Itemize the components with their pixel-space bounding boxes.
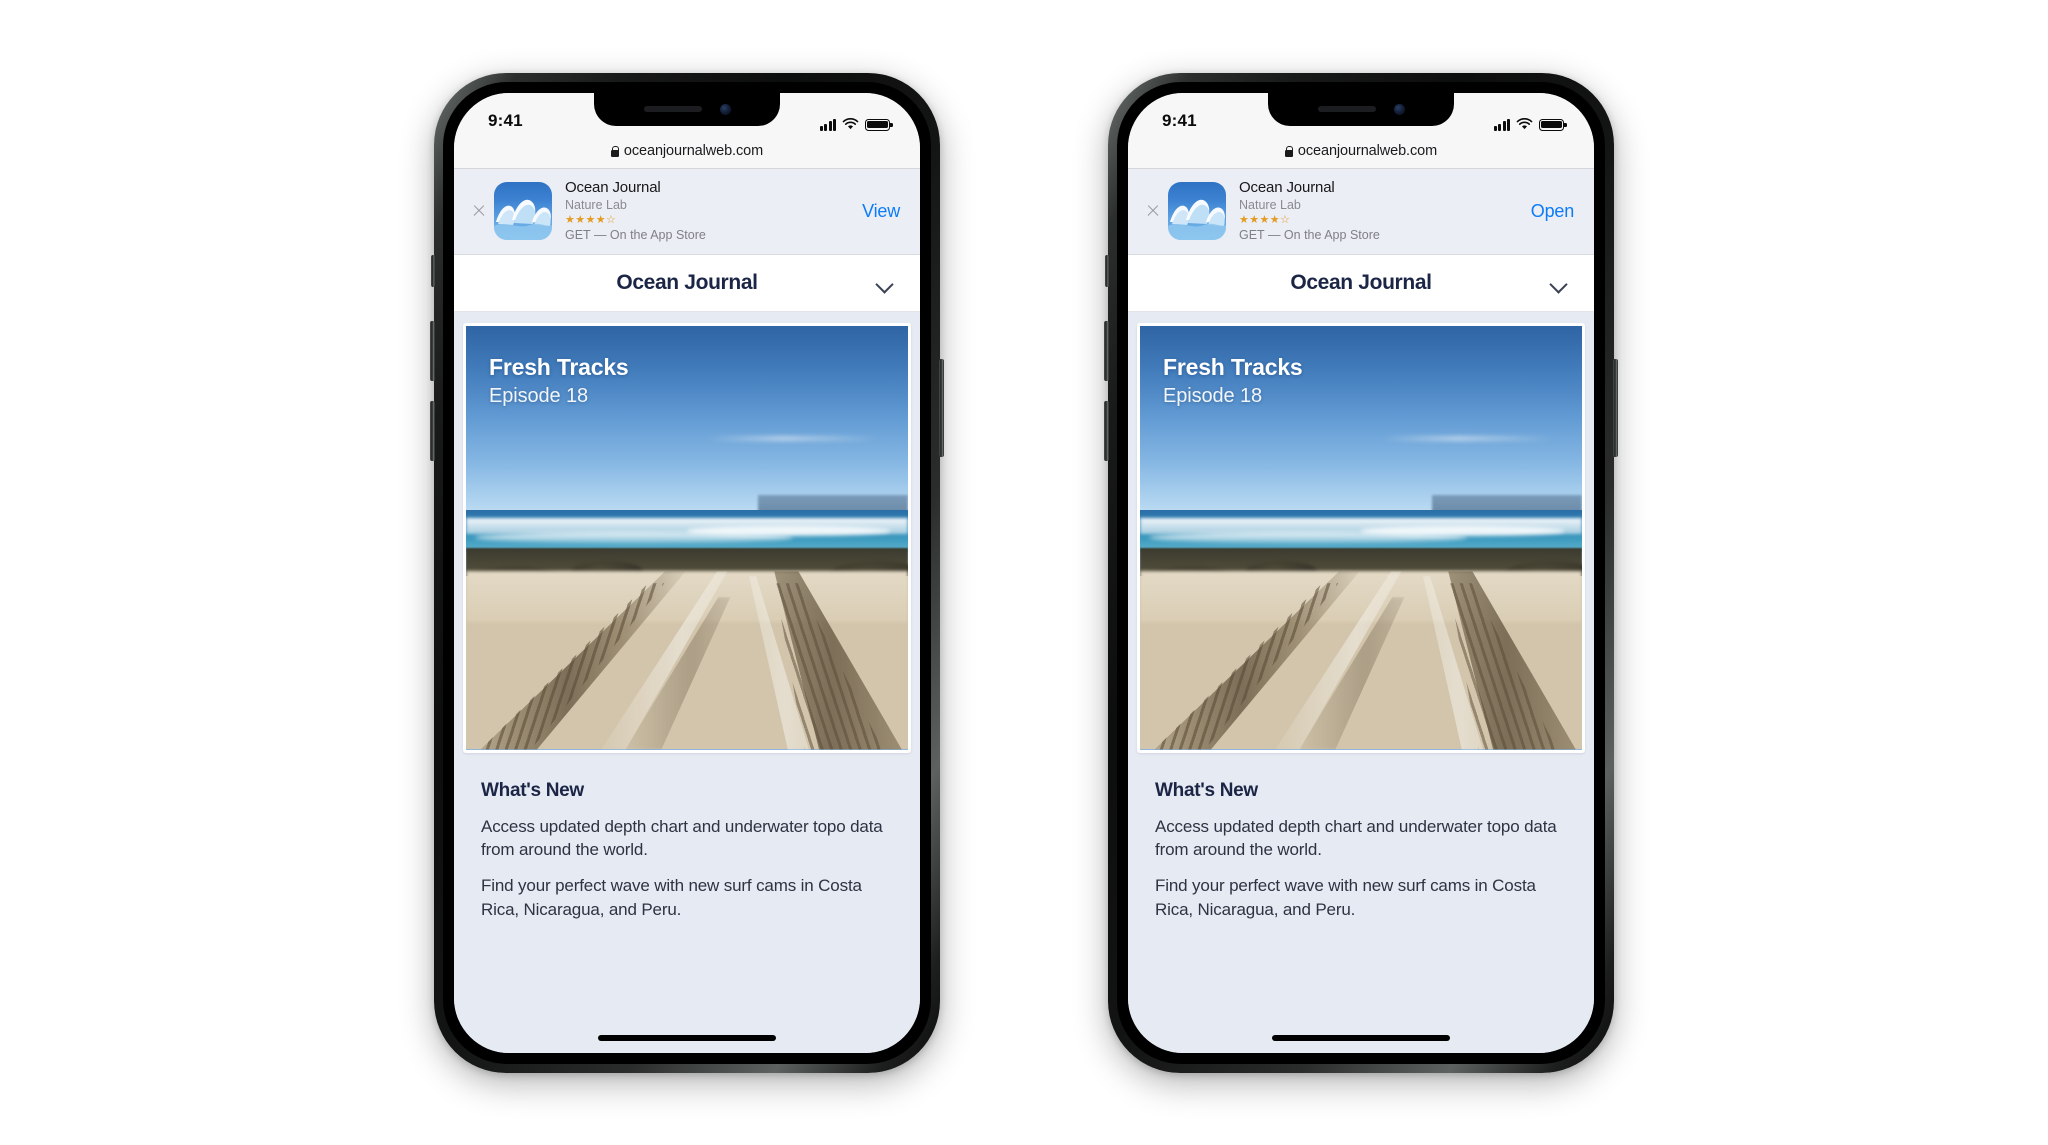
front-camera-icon: [719, 103, 731, 115]
hero-subtitle: Episode 18: [489, 384, 589, 407]
power-button[interactable]: [1613, 358, 1618, 457]
cellular-signal-icon: [1493, 118, 1510, 131]
lock-icon: [610, 145, 620, 157]
app-store-line: GET — On the App Store: [1239, 228, 1380, 243]
page-content: Fresh Tracks Episode 18 What's New Acces…: [1128, 311, 1594, 1053]
notch: [594, 92, 780, 126]
app-banner-action-button[interactable]: View: [852, 201, 900, 222]
beach-sand-tire-tracks-photo: Fresh Tracks Episode 18: [466, 325, 908, 750]
hero-text-block: Fresh Tracks Episode 18: [489, 354, 629, 408]
chevron-down-icon[interactable]: [1551, 278, 1568, 288]
page-header: Ocean Journal: [1128, 254, 1594, 312]
ocean-journal-app-icon: [1168, 182, 1226, 240]
volume-down-button[interactable]: [430, 400, 435, 461]
lock-icon: [1284, 145, 1294, 157]
app-store-line: GET — On the App Store: [565, 228, 706, 243]
whats-new-paragraph: Access updated depth chart and underwate…: [1155, 816, 1557, 859]
iphone-device-left: 9:41 oceanjournalweb.com Ocean Journal N…: [430, 72, 944, 1073]
app-developer: Nature Lab: [565, 197, 627, 212]
hero-text-block: Fresh Tracks Episode 18: [1163, 354, 1303, 408]
beach-sand-tire-tracks-photo: Fresh Tracks Episode 18: [1140, 325, 1582, 750]
page-title: Ocean Journal: [616, 270, 758, 294]
front-camera-icon: [1393, 103, 1405, 115]
app-banner-info: Ocean Journal Nature Lab ★★★★☆ GET — On …: [1239, 179, 1521, 243]
close-icon[interactable]: [1142, 200, 1164, 222]
status-bar-time: 9:41: [488, 110, 523, 130]
browser-url-bar[interactable]: oceanjournalweb.com: [454, 134, 920, 169]
hero-title: Fresh Tracks: [1163, 353, 1303, 380]
volume-up-button[interactable]: [1104, 320, 1109, 381]
wifi-icon: [1516, 118, 1533, 130]
hero-card[interactable]: Fresh Tracks Episode 18: [1137, 322, 1585, 753]
app-developer: Nature Lab: [1239, 197, 1301, 212]
whats-new-paragraph: Find your perfect wave with new surf cam…: [481, 876, 862, 919]
battery-icon: [1539, 118, 1567, 131]
app-banner-info: Ocean Journal Nature Lab ★★★★☆ GET — On …: [565, 179, 852, 243]
whats-new-heading: What's New: [481, 779, 584, 801]
whats-new-paragraph: Access updated depth chart and underwate…: [481, 816, 883, 859]
status-bar-icons: [819, 118, 893, 131]
app-name: Ocean Journal: [1239, 178, 1335, 196]
page-title: Ocean Journal: [1290, 270, 1432, 294]
earpiece-speaker-icon: [643, 106, 702, 112]
screenshot-stage: 9:41 oceanjournalweb.com Ocean Journal N…: [0, 0, 2048, 1145]
hero-subtitle: Episode 18: [1163, 384, 1263, 407]
device-screen: 9:41 oceanjournalweb.com Ocean Journal N…: [454, 92, 920, 1053]
notch: [1268, 92, 1454, 126]
smart-app-banner: Ocean Journal Nature Lab ★★★★☆ GET — On …: [1128, 168, 1594, 255]
volume-down-button[interactable]: [1104, 400, 1109, 461]
status-bar-time: 9:41: [1162, 110, 1197, 130]
volume-up-button[interactable]: [430, 320, 435, 381]
power-button[interactable]: [939, 358, 944, 457]
silent-switch[interactable]: [431, 254, 435, 287]
silent-switch[interactable]: [1105, 254, 1109, 287]
wifi-icon: [842, 118, 859, 130]
battery-icon: [865, 118, 893, 131]
whats-new-paragraph: Find your perfect wave with new surf cam…: [1155, 876, 1536, 919]
rating-stars: ★★★★☆: [1239, 213, 1291, 226]
app-banner-action-button[interactable]: Open: [1521, 201, 1574, 222]
home-indicator[interactable]: [1272, 1035, 1450, 1041]
page-content: Fresh Tracks Episode 18 What's New Acces…: [454, 311, 920, 1053]
smart-app-banner: Ocean Journal Nature Lab ★★★★☆ GET — On …: [454, 168, 920, 255]
whats-new-section: What's New Access updated depth chart an…: [1137, 753, 1585, 922]
earpiece-speaker-icon: [1317, 106, 1376, 112]
whats-new-section: What's New Access updated depth chart an…: [463, 753, 911, 922]
url-text: oceanjournalweb.com: [623, 143, 764, 159]
url-text: oceanjournalweb.com: [1297, 143, 1438, 159]
cellular-signal-icon: [819, 118, 836, 131]
chevron-down-icon[interactable]: [877, 278, 894, 288]
browser-url-bar[interactable]: oceanjournalweb.com: [1128, 134, 1594, 169]
hero-title: Fresh Tracks: [489, 353, 629, 380]
status-bar-icons: [1493, 118, 1567, 131]
ocean-journal-app-icon: [494, 182, 552, 240]
hero-card[interactable]: Fresh Tracks Episode 18: [463, 322, 911, 753]
home-indicator[interactable]: [598, 1035, 776, 1041]
rating-stars: ★★★★☆: [565, 213, 617, 226]
app-name: Ocean Journal: [565, 178, 661, 196]
whats-new-heading: What's New: [1155, 779, 1258, 801]
page-header: Ocean Journal: [454, 254, 920, 312]
close-icon[interactable]: [468, 200, 490, 222]
iphone-device-right: 9:41 oceanjournalweb.com Ocean Journal N…: [1104, 72, 1618, 1073]
device-screen: 9:41 oceanjournalweb.com Ocean Journal N…: [1128, 92, 1594, 1053]
